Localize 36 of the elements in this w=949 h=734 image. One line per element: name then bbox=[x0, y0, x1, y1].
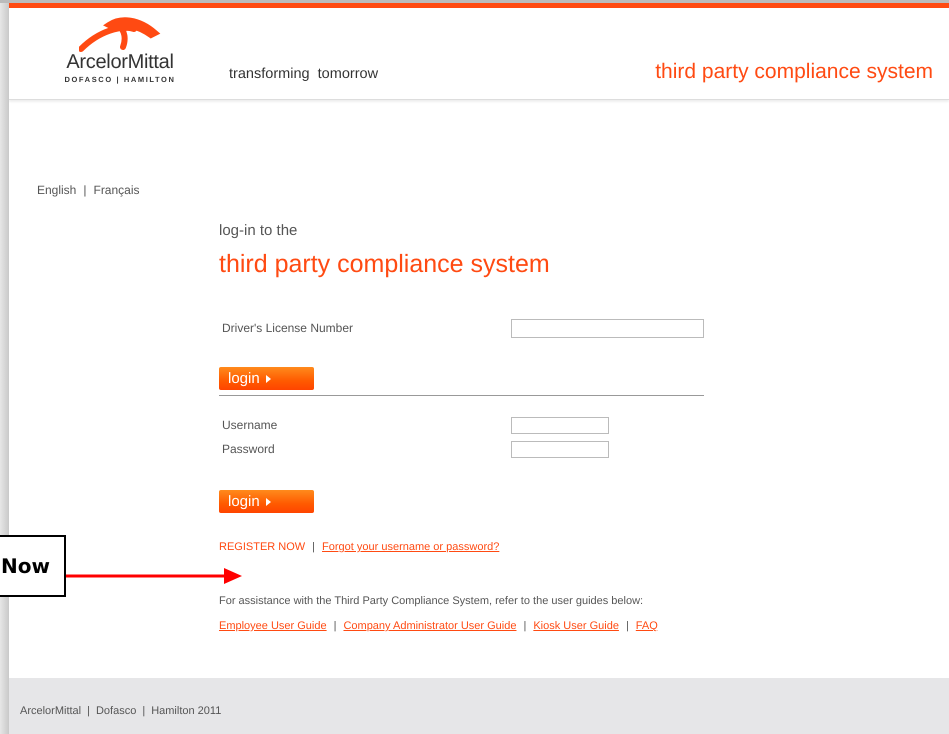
system-title: third party compliance system bbox=[655, 60, 933, 84]
login-title: third party compliance system bbox=[219, 250, 551, 279]
caret-icon bbox=[266, 374, 271, 382]
guide-link[interactable]: FAQ bbox=[636, 620, 658, 632]
login-button[interactable]: login bbox=[219, 490, 314, 513]
caret-icon bbox=[266, 498, 271, 506]
input-field[interactable] bbox=[511, 416, 609, 434]
separator: | bbox=[312, 541, 316, 553]
tagline: transforming tomorrow bbox=[229, 66, 378, 82]
separator: | bbox=[523, 620, 526, 632]
register-link[interactable]: REGISTER NOW bbox=[219, 541, 306, 553]
field-label: Driver's License Number bbox=[221, 321, 354, 335]
separator: | bbox=[87, 705, 90, 717]
language-link[interactable]: English bbox=[37, 183, 76, 197]
guide-link[interactable]: Company Administrator User Guide bbox=[343, 620, 516, 632]
forgot-link[interactable]: Forgot your username or password? bbox=[322, 541, 500, 553]
field-label: Password bbox=[221, 442, 276, 456]
assistance-text: For assistance with the Third Party Compliance System, refer to the user guides below: bbox=[219, 595, 644, 607]
login-button[interactable]: login bbox=[219, 367, 314, 390]
separator: | bbox=[83, 183, 86, 197]
separator: | bbox=[626, 620, 629, 632]
input-field[interactable] bbox=[511, 318, 704, 338]
language-link[interactable]: Français bbox=[93, 183, 140, 197]
login-intro: log-in to the bbox=[219, 222, 298, 239]
separator: | bbox=[334, 620, 336, 632]
footer-text: ArcelorMittal bbox=[20, 705, 82, 717]
logo-name: ArcelorMittal bbox=[66, 51, 174, 74]
logo-arc-icon bbox=[79, 17, 161, 53]
callout-box: Now bbox=[0, 535, 66, 597]
guide-link[interactable]: Kiosk User Guide bbox=[533, 620, 619, 632]
guide-link[interactable]: Employee User Guide bbox=[219, 620, 327, 632]
input-field[interactable] bbox=[511, 440, 609, 458]
footer-text: Hamilton 2011 bbox=[151, 705, 222, 717]
separator: | bbox=[142, 705, 146, 717]
footer-text: Dofasco bbox=[96, 705, 136, 717]
field-label: Username bbox=[221, 418, 278, 432]
